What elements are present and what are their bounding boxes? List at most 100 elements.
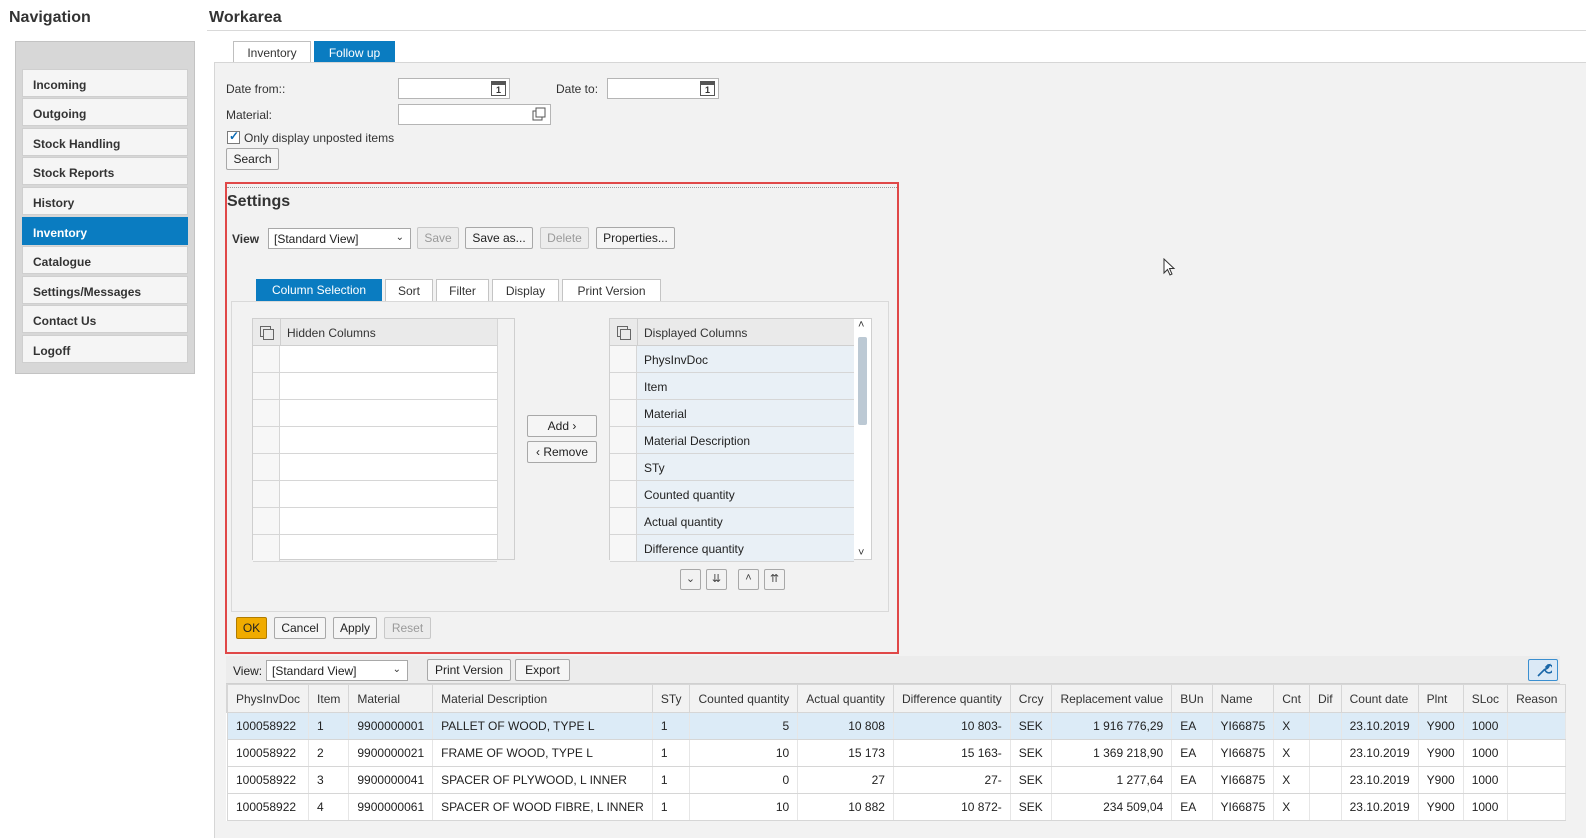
displayed-column-row[interactable]: Item (610, 373, 854, 400)
export-button[interactable]: Export (515, 659, 570, 681)
tab-print-version[interactable]: Print Version (562, 279, 661, 301)
nav-item-outgoing[interactable]: Outgoing (22, 98, 188, 126)
row-selector[interactable] (610, 454, 637, 480)
row-selector[interactable] (610, 535, 637, 561)
nav-item-logoff[interactable]: Logoff (22, 335, 188, 363)
table-row[interactable]: 100058922 1 9900000001 PALLET OF WOOD, TYPE… (226, 712, 1567, 740)
column-header[interactable]: Reason (1507, 684, 1567, 713)
date-to-input[interactable]: 1 (607, 78, 719, 99)
column-header[interactable]: Count date (1340, 684, 1419, 713)
move-up-icon[interactable]: ˄ (738, 569, 759, 590)
ok-button[interactable]: OK (236, 617, 267, 639)
displayed-column-row[interactable]: PhysInvDoc (610, 346, 854, 373)
hidden-column-row[interactable] (253, 427, 497, 454)
row-selector[interactable] (610, 508, 637, 534)
row-selector[interactable] (610, 346, 637, 372)
tab-follow-up[interactable]: Follow up (314, 41, 395, 63)
column-header[interactable]: Counted quantity (689, 684, 799, 713)
results-view-select[interactable]: [Standard View] ⌄ (266, 660, 408, 681)
row-selector[interactable] (253, 373, 280, 399)
hidden-columns-scrollbar[interactable] (497, 319, 514, 559)
displayed-column-row[interactable]: Difference quantity (610, 535, 854, 562)
material-input[interactable] (398, 104, 551, 125)
row-selector[interactable] (253, 481, 280, 507)
column-header[interactable]: STy (651, 684, 691, 713)
column-header[interactable]: Actual quantity (797, 684, 894, 713)
save-view-button[interactable]: Save (417, 227, 459, 249)
tab-filter[interactable]: Filter (436, 279, 489, 301)
select-all-icon[interactable] (260, 326, 274, 340)
column-header[interactable]: Cnt (1273, 684, 1310, 713)
print-version-button[interactable]: Print Version (427, 659, 511, 681)
column-header[interactable]: Replacement value (1051, 684, 1173, 713)
wrench-icon[interactable] (1528, 659, 1558, 681)
tab-column-selection[interactable]: Column Selection (256, 279, 382, 301)
row-selector[interactable] (610, 400, 637, 426)
calendar-icon[interactable]: 1 (700, 81, 715, 96)
nav-item-catalogue[interactable]: Catalogue (22, 246, 188, 274)
move-to-top-icon[interactable]: ⇈ (764, 569, 785, 590)
add-column-button[interactable]: Add › (527, 415, 597, 437)
column-header[interactable]: Material (348, 684, 434, 713)
row-selector[interactable] (253, 508, 280, 534)
table-row[interactable]: 100058922 3 9900000041 SPACER OF PLYWOOD, L… (226, 766, 1567, 794)
displayed-columns-scrollbar[interactable]: ˄ ˅ (854, 319, 871, 559)
nav-item-inventory[interactable]: Inventory (22, 217, 188, 245)
row-selector[interactable] (610, 481, 637, 507)
row-selector[interactable] (253, 427, 280, 453)
hidden-column-row[interactable] (253, 373, 497, 400)
hidden-column-row[interactable] (253, 535, 497, 562)
displayed-column-row[interactable]: STy (610, 454, 854, 481)
column-header[interactable]: Plnt (1417, 684, 1464, 713)
properties-button[interactable]: Properties... (596, 227, 675, 249)
table-row[interactable]: 100058922 4 9900000061 SPACER OF WOOD FIBRE… (226, 793, 1567, 821)
row-selector[interactable] (253, 454, 280, 480)
date-from-input[interactable]: 1 (398, 78, 510, 99)
search-button[interactable]: Search (226, 148, 279, 170)
cancel-button[interactable]: Cancel (274, 617, 326, 639)
nav-item-incoming[interactable]: Incoming (22, 69, 188, 97)
column-header[interactable]: SLoc (1462, 684, 1509, 713)
reset-button[interactable]: Reset (384, 617, 431, 639)
column-header[interactable]: Crcy (1009, 684, 1053, 713)
scroll-down-icon[interactable]: ˅ (858, 547, 864, 559)
tab-sort[interactable]: Sort (385, 279, 433, 301)
nav-item-settings-messages[interactable]: Settings/Messages (22, 276, 188, 304)
select-all-icon[interactable] (617, 326, 631, 340)
view-select[interactable]: [Standard View] ⌄ (268, 228, 411, 249)
displayed-column-row[interactable]: Actual quantity (610, 508, 854, 535)
row-selector[interactable] (253, 535, 280, 561)
column-header[interactable]: BUn (1171, 684, 1213, 713)
hidden-column-row[interactable] (253, 454, 497, 481)
apply-button[interactable]: Apply (333, 617, 377, 639)
hidden-column-row[interactable] (253, 508, 497, 535)
only-unposted-checkbox[interactable] (227, 129, 240, 144)
column-header[interactable]: PhysInvDoc (226, 684, 310, 713)
save-as-button[interactable]: Save as... (465, 227, 533, 249)
remove-column-button[interactable]: ‹ Remove (527, 441, 597, 463)
move-down-icon[interactable]: ⌄ (680, 569, 701, 590)
column-header[interactable]: Item (308, 684, 350, 713)
scroll-thumb[interactable] (858, 337, 867, 425)
row-selector[interactable] (253, 346, 280, 372)
nav-item-history[interactable]: History (22, 187, 188, 215)
calendar-icon[interactable]: 1 (491, 81, 506, 96)
column-header[interactable]: Name (1211, 684, 1275, 713)
hidden-column-row[interactable] (253, 346, 497, 373)
delete-view-button[interactable]: Delete (540, 227, 589, 249)
displayed-column-row[interactable]: Material (610, 400, 854, 427)
displayed-column-row[interactable]: Counted quantity (610, 481, 854, 508)
column-header[interactable]: Material Description (432, 684, 653, 713)
table-row[interactable]: 100058922 2 9900000021 FRAME OF WOOD, TYPE … (226, 739, 1567, 767)
scroll-up-icon[interactable]: ˄ (858, 319, 864, 331)
row-selector[interactable] (610, 373, 637, 399)
row-selector[interactable] (253, 400, 280, 426)
row-selector[interactable] (610, 427, 637, 453)
move-to-bottom-icon[interactable]: ⇊ (706, 569, 727, 590)
tab-inventory[interactable]: Inventory (233, 41, 311, 63)
displayed-column-row[interactable]: Material Description (610, 427, 854, 454)
value-help-icon[interactable] (532, 107, 547, 122)
tab-display[interactable]: Display (492, 279, 559, 301)
hidden-column-row[interactable] (253, 400, 497, 427)
nav-item-stock-reports[interactable]: Stock Reports (22, 157, 188, 185)
